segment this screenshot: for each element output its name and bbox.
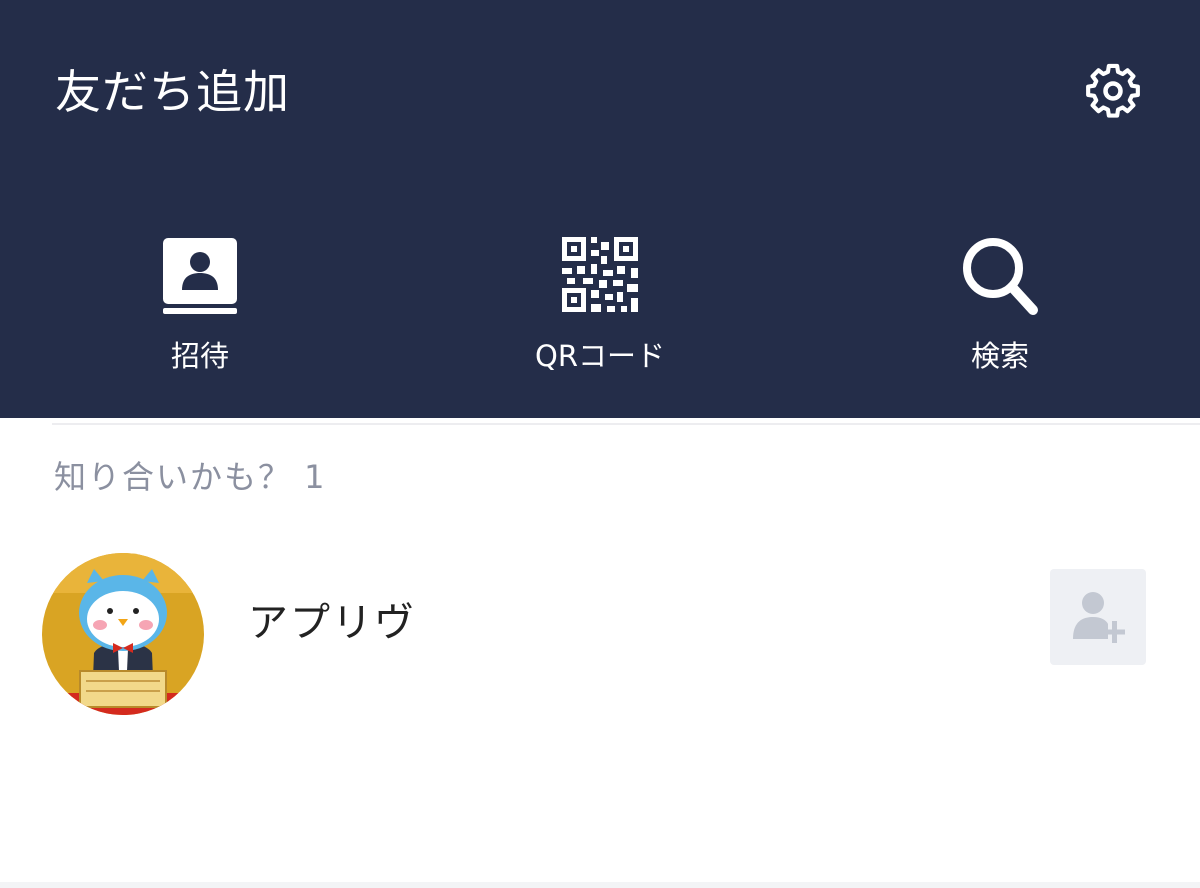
search-label: 検索 [970, 339, 1029, 373]
friend-name: アプリヴ [248, 600, 416, 646]
suggestions-title: 知り合いかも？ 1 [54, 458, 327, 496]
penguin-mascot-avatar [42, 553, 204, 715]
page-title: 友だち追加 [55, 65, 290, 119]
search-icon [963, 238, 1038, 315]
invite-button[interactable]: 招待 [100, 228, 300, 388]
invite-label: 招待 [170, 339, 229, 373]
header: 友だち追加 招待 QRコード 検索 [0, 0, 1200, 418]
qr-code-button[interactable]: QRコード [500, 228, 700, 388]
list-item[interactable]: アプリヴ [0, 545, 1200, 715]
qr-code-label: QRコード [535, 339, 665, 373]
avatar[interactable] [42, 553, 204, 715]
search-button[interactable]: 検索 [900, 228, 1100, 388]
divider [52, 423, 1200, 425]
settings-button[interactable] [1080, 58, 1146, 124]
bottom-edge [0, 882, 1200, 888]
contact-book-icon [163, 238, 237, 314]
add-friend-button[interactable] [1050, 569, 1146, 665]
add-friend-icon [1073, 592, 1125, 643]
qr-code-icon [562, 237, 638, 312]
gear-icon [1086, 63, 1140, 118]
